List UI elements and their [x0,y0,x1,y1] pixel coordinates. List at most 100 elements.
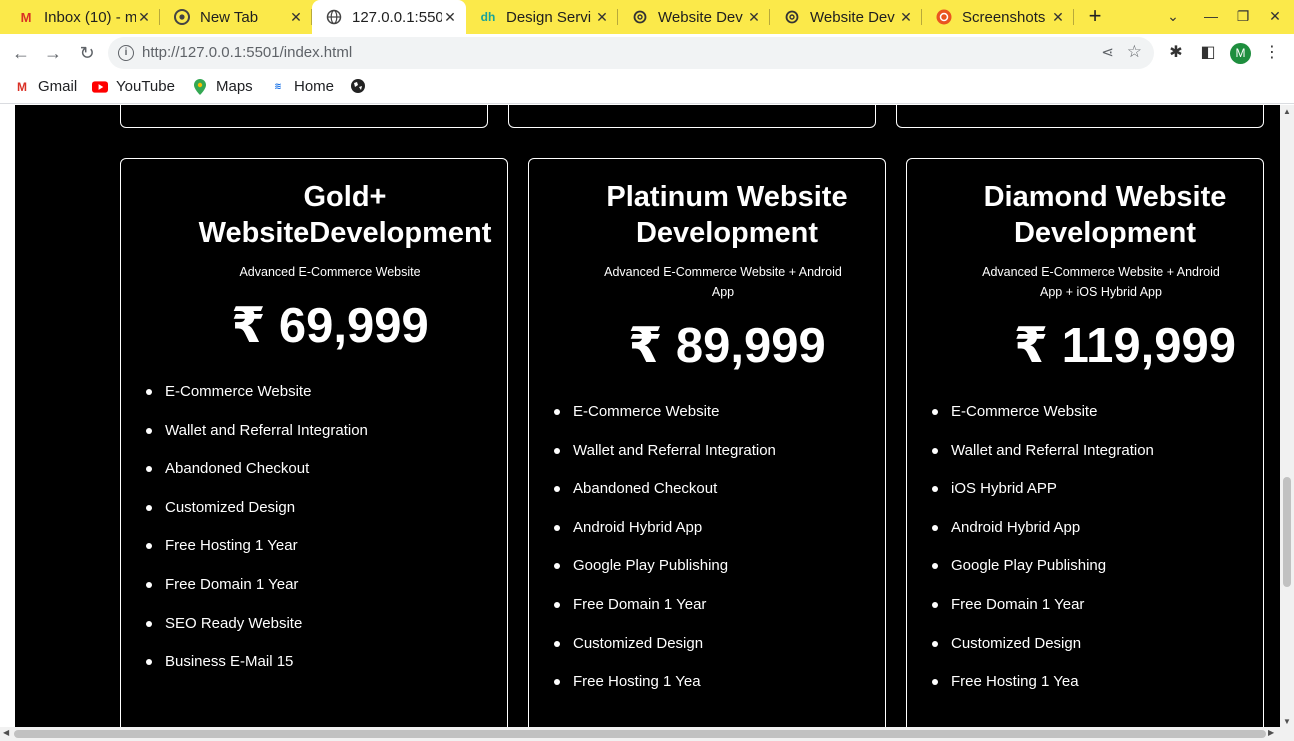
close-icon[interactable]: ✕ [136,9,152,25]
plan-title: Diamond Website Development [983,181,1227,249]
feature-item: Wallet and Referral Integration [932,441,1251,480]
feature-item: Wallet and Referral Integration [146,421,495,460]
feature-item: E-Commerce Website [554,402,873,441]
close-icon[interactable]: ✕ [898,9,914,25]
pricing-section: Gold+ WebsiteDevelopment Advanced E-Comm… [15,105,1280,727]
plan-subtitle: Advanced E-Commerce Website + Android Ap… [604,265,842,299]
scroll-left-icon[interactable]: ◀ [3,728,9,737]
tab-gmail[interactable]: M Inbox (10) - m ✕ [4,0,160,34]
extensions-icon[interactable]: ✱ [1166,42,1186,62]
restore-icon[interactable]: ❐ [1234,8,1252,25]
openai-icon [784,9,800,25]
close-icon[interactable]: ✕ [288,9,304,25]
tab-title: Inbox (10) - m [44,8,136,26]
close-window-icon[interactable]: ✕ [1266,8,1284,25]
feature-item: Customized Design [146,498,495,537]
gmail-icon: M [17,79,27,94]
previous-plan-card [120,105,488,128]
page-viewport: Gold+ WebsiteDevelopment Advanced E-Comm… [0,105,1294,727]
feature-item: Free Domain 1 Year [554,595,873,634]
bookmark-label: YouTube [116,78,175,95]
site-info-icon[interactable]: i [118,45,134,61]
scroll-up-icon[interactable]: ▲ [1283,107,1291,116]
plan-card-diamond: Diamond Website Development Advanced E-C… [906,158,1264,727]
new-tab-button[interactable]: + [1084,5,1106,28]
bookmark-youtube[interactable]: YouTube [92,78,175,95]
feature-item: Android Hybrid App [932,518,1251,557]
close-icon[interactable]: ✕ [1050,9,1066,25]
tab-new-tab[interactable]: New Tab ✕ [160,0,312,34]
bookmark-maps[interactable]: Maps [192,78,253,95]
bookmark-home[interactable]: ≋ Home [270,78,334,95]
tab-screenshots[interactable]: Screenshots ✕ [922,0,1074,34]
feature-item: E-Commerce Website [932,402,1251,441]
plan-subtitle: Advanced E-Commerce Website + Android Ap… [982,265,1220,299]
feature-item: Google Play Publishing [932,556,1251,595]
bookmarks-bar: M Gmail YouTube Maps ≋ Home [0,72,1294,104]
globe-icon [326,9,342,25]
feature-item: Wallet and Referral Integration [554,441,873,480]
minimize-icon[interactable]: — [1202,8,1220,24]
home-icon: ≋ [274,81,282,91]
plan-subtitle: Advanced E-Commerce Website [239,265,421,279]
maps-icon [192,78,208,95]
feature-item: Abandoned Checkout [554,479,873,518]
tab-localhost[interactable]: 127.0.0.1:550 ✕ [312,0,466,34]
plan-price: ₹ 119,999 [1013,319,1237,373]
tab-strip: M Inbox (10) - m ✕ New Tab ✕ 127.0.0.1:5… [0,0,1294,34]
tab-title: Design Servi [506,8,592,26]
feature-item: SEO Ready Website [146,614,495,653]
bookmark-label: Gmail [38,78,78,95]
vertical-scrollbar[interactable]: ▲ ▼ [1280,105,1294,727]
feature-item: Abandoned Checkout [146,459,495,498]
plan-title: Platinum Website Development [606,181,848,249]
back-icon[interactable]: ← [10,42,32,64]
openai-icon [632,9,648,25]
tab-website-dev-2[interactable]: Website Dev ✕ [770,0,922,34]
scrollbar-thumb[interactable] [14,730,1266,738]
feature-item: E-Commerce Website [146,382,495,421]
tab-title: Website Dev [810,8,895,26]
tab-title: New Tab [200,8,259,26]
horizontal-scrollbar[interactable]: ◀ ▶ [0,727,1294,741]
bookmark-label: Maps [216,78,253,95]
feature-item: Customized Design [932,634,1251,673]
menu-icon[interactable]: ⋮ [1262,42,1282,62]
tab-website-dev-1[interactable]: Website Dev ✕ [618,0,770,34]
close-icon[interactable]: ✕ [442,9,458,25]
url-text[interactable]: http://127.0.0.1:5501/index.html [142,44,352,61]
bookmark-web[interactable] [350,78,374,94]
forward-icon[interactable]: → [42,42,64,64]
side-panel-icon[interactable]: ◧ [1198,42,1218,62]
browser-toolbar: ← → ↻ i http://127.0.0.1:5501/index.html… [0,34,1294,72]
feature-item: Free Domain 1 Year [146,575,495,614]
avatar[interactable]: M [1230,43,1251,64]
tab-search-icon[interactable]: ⌄ [1164,8,1182,25]
bookmark-star-icon[interactable]: ☆ [1127,42,1142,62]
share-icon[interactable]: ⋖ [1101,43,1114,61]
feature-list: E-Commerce Website Wallet and Referral I… [932,402,1251,711]
scroll-right-icon[interactable]: ▶ [1268,728,1274,737]
tab-design-services[interactable]: dh Design Servi ✕ [466,0,618,34]
close-icon[interactable]: ✕ [746,9,762,25]
tab-title: 127.0.0.1:550 [352,8,442,26]
feature-item: iOS Hybrid APP [932,479,1251,518]
previous-plan-card [896,105,1264,128]
reload-icon[interactable]: ↻ [76,42,98,64]
bookmark-gmail[interactable]: M Gmail [14,78,77,95]
globe-icon [350,78,366,94]
ubuntu-icon [936,9,952,25]
address-bar[interactable]: i http://127.0.0.1:5501/index.html ⋖ ☆ [108,37,1154,69]
feature-item: Customized Design [554,634,873,673]
chrome-icon [174,9,190,25]
feature-item: Business E-Mail 15 [146,652,495,691]
plan-price: ₹ 89,999 [628,319,826,373]
scrollbar-thumb[interactable] [1283,477,1291,587]
previous-plan-card [508,105,876,128]
feature-list: E-Commerce Website Wallet and Referral I… [554,402,873,711]
tab-title: Website Dev [658,8,743,26]
scroll-down-icon[interactable]: ▼ [1283,717,1291,726]
close-icon[interactable]: ✕ [594,9,610,25]
dh-icon: dh [480,10,496,24]
feature-item: Free Hosting 1 Yea [554,672,873,711]
